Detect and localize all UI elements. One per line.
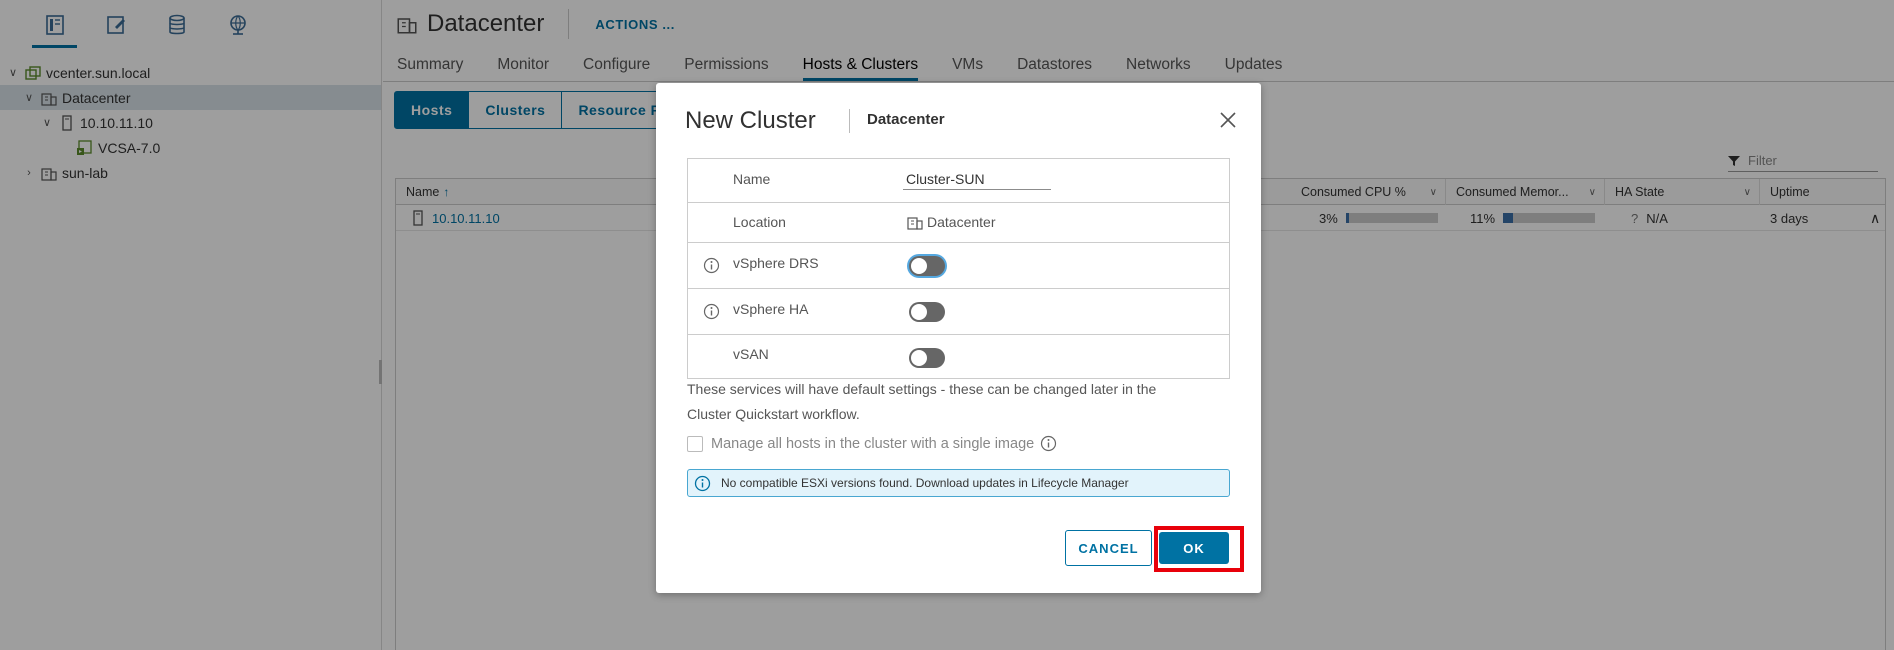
info-alert: No compatible ESXi versions found. Downl… bbox=[687, 469, 1230, 497]
location-text: Datacenter bbox=[927, 214, 996, 230]
drs-row: vSphere DRS bbox=[688, 243, 1229, 289]
name-row: Name bbox=[688, 159, 1229, 203]
location-label: Location bbox=[733, 214, 786, 230]
cancel-button[interactable]: CANCEL bbox=[1065, 530, 1152, 566]
note-line: These services will have default setting… bbox=[687, 381, 1157, 397]
cluster-form: Name Location Datacenter vSphere DRS vSp… bbox=[687, 158, 1230, 379]
datacenter-icon bbox=[907, 217, 923, 230]
ha-row: vSphere HA bbox=[688, 289, 1229, 335]
ha-label: vSphere HA bbox=[733, 301, 809, 317]
location-row: Location Datacenter bbox=[688, 203, 1229, 243]
dialog-subtitle: Datacenter bbox=[867, 111, 945, 128]
alert-text: No compatible ESXi versions found. Downl… bbox=[721, 476, 1129, 490]
single-image-option: Manage all hosts in the cluster with a s… bbox=[687, 435, 1057, 452]
ok-button-highlight bbox=[1154, 526, 1244, 572]
default-settings-note: These services will have default setting… bbox=[687, 377, 1207, 427]
drs-label: vSphere DRS bbox=[733, 255, 819, 271]
info-icon[interactable] bbox=[1040, 435, 1057, 452]
single-image-label: Manage all hosts in the cluster with a s… bbox=[711, 435, 1035, 452]
vsan-toggle[interactable] bbox=[909, 348, 945, 368]
vsphere-ha-toggle[interactable] bbox=[909, 302, 945, 322]
dialog-title-divider bbox=[849, 109, 850, 133]
single-image-checkbox[interactable] bbox=[687, 435, 703, 452]
vsphere-drs-toggle[interactable] bbox=[909, 256, 945, 276]
vsan-label: vSAN bbox=[733, 346, 769, 362]
cluster-name-input[interactable] bbox=[903, 168, 1051, 190]
info-icon[interactable] bbox=[703, 257, 720, 274]
new-cluster-dialog: New Cluster Datacenter Name Location Dat… bbox=[656, 83, 1261, 593]
note-line: Cluster Quickstart workflow. bbox=[687, 406, 860, 422]
name-label: Name bbox=[733, 171, 771, 187]
vsan-row: vSAN bbox=[688, 335, 1229, 378]
dialog-title: New Cluster bbox=[685, 107, 816, 134]
info-icon[interactable] bbox=[703, 303, 720, 320]
location-value: Datacenter bbox=[907, 214, 995, 230]
close-icon[interactable] bbox=[1218, 110, 1238, 130]
info-icon bbox=[694, 475, 711, 491]
